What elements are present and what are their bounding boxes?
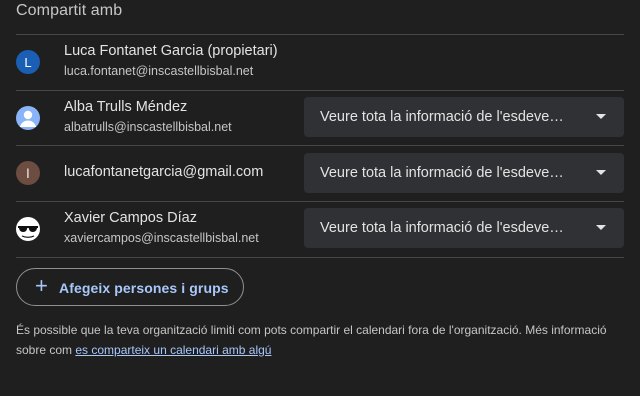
help-link[interactable]: es comparteix un calendari amb algú [75, 343, 271, 357]
person-row-owner: L Luca Fontanet Garcia (propietari) luca… [0, 35, 640, 91]
permission-dropdown[interactable]: Veure tota la informació de l'esdevenime… [304, 208, 624, 248]
person-email: albatrulls@inscastellbisbal.net [64, 120, 232, 134]
plus-icon: + [35, 273, 48, 298]
dropdown-arrow-icon [596, 114, 606, 119]
add-people-button[interactable]: + Afegeix persones i grups [16, 268, 244, 306]
dropdown-arrow-icon [596, 225, 606, 230]
permission-value: Veure tota la informació de l'esdevenime… [320, 109, 568, 125]
avatar: l [16, 161, 40, 185]
person-name: Luca Fontanet Garcia (propietari) [64, 43, 278, 59]
person-name: lucafontanetgarcia@gmail.com [64, 164, 264, 180]
avatar: L [16, 50, 40, 74]
person-email: luca.fontanet@inscastellbisbal.net [64, 64, 254, 78]
permission-dropdown[interactable]: Veure tota la informació de l'esdevenime… [304, 153, 624, 193]
person-row: Alba Trulls Méndez albatrulls@inscastell… [0, 91, 640, 147]
permission-value: Veure tota la informació de l'esdevenime… [320, 220, 568, 236]
person-row: l lucafontanetgarcia@gmail.com Veure tot… [0, 146, 640, 202]
person-row: Xavier Campos Díaz xaviercampos@inscaste… [0, 202, 640, 258]
person-name: Xavier Campos Díaz [64, 210, 197, 226]
permission-dropdown[interactable]: Veure tota la informació de l'esdevenime… [304, 97, 624, 137]
person-name: Alba Trulls Méndez [64, 99, 188, 115]
permission-value: Veure tota la informació de l'esdevenime… [320, 165, 568, 181]
divider [16, 257, 624, 258]
dropdown-arrow-icon [596, 170, 606, 175]
section-title: Compartit amb [16, 2, 123, 19]
add-people-label: Afegeix persones i grups [59, 280, 229, 296]
person-email: xaviercampos@inscastellbisbal.net [64, 231, 259, 245]
sharing-note: És possible que la teva organització lim… [16, 320, 628, 360]
person-icon [16, 106, 40, 130]
sunglasses-icon [16, 217, 40, 241]
